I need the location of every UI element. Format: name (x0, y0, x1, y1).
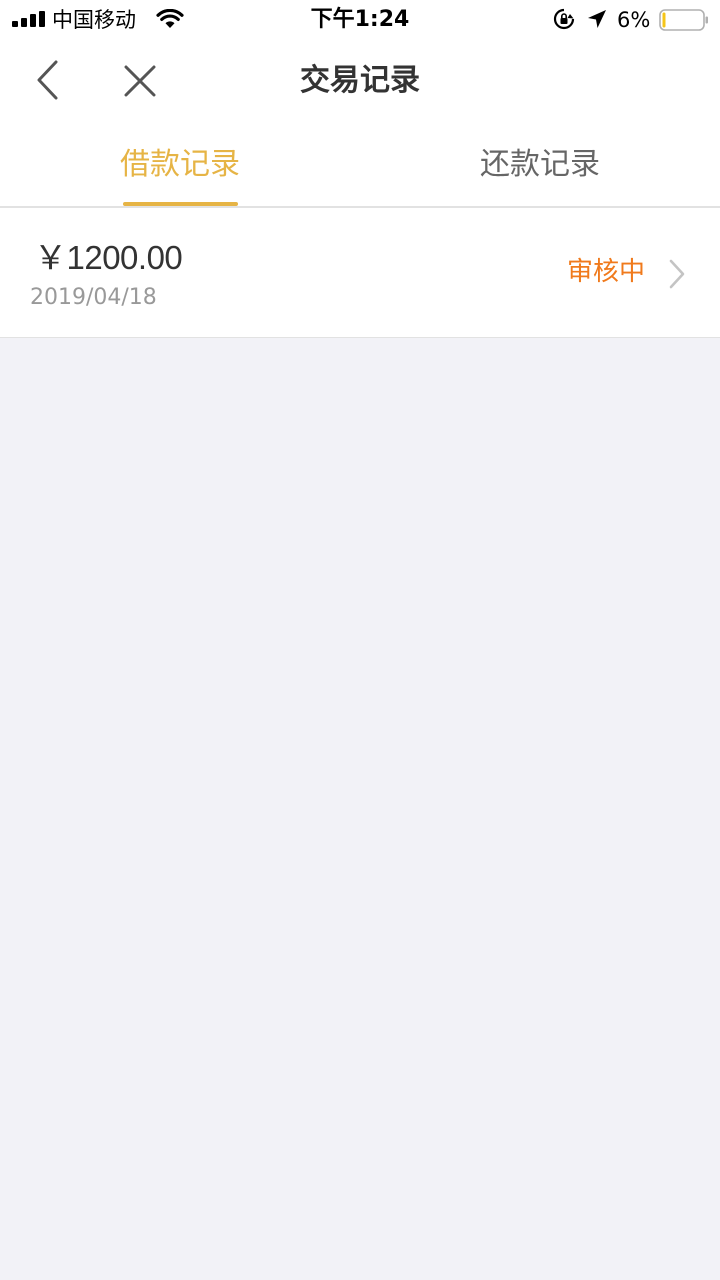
battery-percent: 6% (617, 8, 651, 32)
tab-repay-records[interactable]: 还款记录 (360, 120, 720, 206)
record-date: 2019/04/18 (30, 285, 157, 310)
record-status: 审核中 (567, 257, 646, 287)
screen: 中国移动 下午1:24 6% 交易记录 借款记录 还款记录 ￥1200.00 2… (0, 0, 720, 1280)
active-tab-indicator (123, 202, 238, 206)
page-title: 交易记录 (300, 63, 420, 98)
battery-icon (659, 9, 708, 31)
tab-borrow-records[interactable]: 借款记录 (0, 120, 360, 206)
nav-bar: 交易记录 (0, 40, 720, 120)
record-list-item[interactable]: ￥1200.00 2019/04/18 审核中 (0, 208, 720, 338)
battery-fill (662, 12, 666, 28)
status-bar: 中国移动 下午1:24 6% (0, 0, 720, 40)
orientation-lock-icon (553, 8, 575, 30)
location-icon (588, 10, 606, 28)
record-amount: ￥1200.00 (34, 239, 183, 276)
tab-bar: 借款记录 还款记录 (0, 120, 720, 208)
status-time: 下午1:24 (310, 7, 410, 32)
chevron-right-icon (669, 259, 685, 289)
